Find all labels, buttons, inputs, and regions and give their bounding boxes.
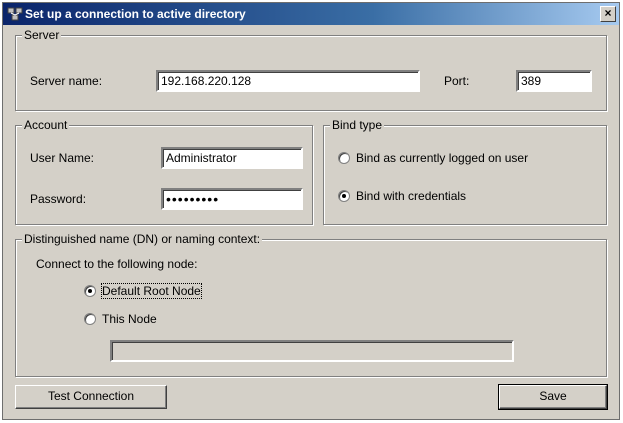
window-title: Set up a connection to active directory: [25, 7, 246, 21]
network-connection-icon: [7, 7, 23, 21]
server-name-input[interactable]: [156, 70, 420, 92]
bind-credentials-option[interactable]: Bind with credentials: [338, 189, 466, 203]
this-node-radio[interactable]: [84, 313, 96, 325]
bind-current-user-radio[interactable]: [338, 152, 350, 164]
port-input[interactable]: [516, 70, 592, 92]
port-label: Port:: [444, 74, 470, 88]
bind-current-user-option[interactable]: Bind as currently logged on user: [338, 151, 528, 165]
password-label: Password:: [30, 192, 87, 206]
server-name-label: Server name:: [30, 74, 103, 88]
dialog-window: Set up a connection to active directory …: [2, 2, 620, 420]
this-node-label: This Node: [102, 312, 157, 326]
test-connection-button[interactable]: Test Connection: [15, 385, 167, 409]
server-group-legend: Server: [22, 28, 62, 42]
default-root-node-option[interactable]: Default Root Node: [84, 283, 202, 299]
dn-group-legend: Distinguished name (DN) or naming contex…: [22, 232, 263, 246]
password-input[interactable]: [161, 188, 303, 210]
dn-group: Distinguished name (DN) or naming contex…: [15, 232, 607, 377]
connect-node-label: Connect to the following node:: [36, 257, 198, 271]
bind-type-group-legend: Bind type: [330, 118, 385, 132]
bind-credentials-radio[interactable]: [338, 190, 350, 202]
bind-credentials-label: Bind with credentials: [356, 189, 467, 203]
save-button[interactable]: Save: [498, 384, 608, 410]
username-input[interactable]: [161, 147, 303, 169]
close-button[interactable]: ×: [600, 6, 616, 22]
account-group: Account User Name: Password:: [15, 118, 313, 225]
title-bar[interactable]: Set up a connection to active directory …: [3, 3, 619, 25]
default-root-node-label: Default Root Node: [101, 283, 202, 299]
username-label: User Name:: [30, 151, 95, 165]
node-path-input[interactable]: [110, 340, 514, 362]
server-group: Server Server name: Port:: [15, 28, 607, 111]
bind-current-user-label: Bind as currently logged on user: [356, 151, 529, 165]
bind-type-group: Bind type Bind as currently logged on us…: [323, 118, 607, 225]
account-group-legend: Account: [22, 118, 70, 132]
default-root-node-radio[interactable]: [84, 285, 96, 297]
this-node-option[interactable]: This Node: [84, 312, 157, 326]
